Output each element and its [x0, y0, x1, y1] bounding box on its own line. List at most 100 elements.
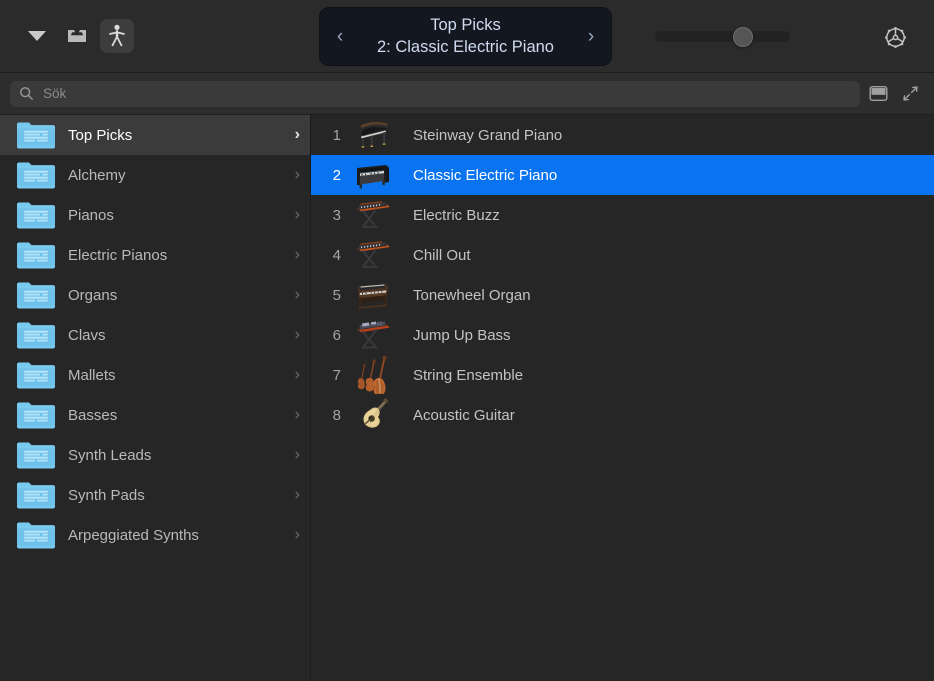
slider-knob[interactable] [733, 27, 753, 47]
patch-list-row[interactable]: 4 [311, 235, 934, 275]
sidebar-item-label: Alchemy [68, 167, 283, 184]
chevron-right-icon[interactable]: › [295, 447, 300, 463]
chevron-right-icon[interactable]: › [295, 327, 300, 343]
sidebar-item-alchemy[interactable]: Alchemy › [0, 155, 310, 195]
sidebar-item-label: Arpeggiated Synths [68, 527, 283, 544]
folder-icon-wrap [16, 160, 56, 190]
settings-button[interactable] [878, 20, 912, 54]
patch-list-row[interactable]: 7 [311, 355, 934, 395]
next-patch-button[interactable]: › [583, 27, 599, 46]
sidebar-item-pianos[interactable]: Pianos › [0, 195, 310, 235]
patch-list-row[interactable]: 2 Classic Electric Piano [311, 155, 934, 195]
chevron-right-icon[interactable]: › [295, 207, 300, 223]
folder-icon [16, 320, 56, 350]
sidebar-item-label: Synth Leads [68, 447, 283, 464]
gear-icon [882, 24, 909, 51]
patch-name: Electric Buzz [397, 207, 500, 224]
sidebar-item-label: Synth Pads [68, 487, 283, 504]
folder-icon-wrap [16, 360, 56, 390]
sidebar-item-electric-pianos[interactable]: Electric Pianos› [0, 235, 310, 275]
folder-icon [16, 160, 56, 190]
patch-name: Classic Electric Piano [397, 167, 557, 184]
patch-list-row[interactable]: 6 [311, 315, 934, 355]
folder-icon-wrap [16, 240, 56, 270]
patch-name: Chill Out [397, 247, 471, 264]
sidebar-item-synth-leads[interactable]: Synth Leads › [0, 435, 310, 475]
patch-name: Tonewheel Organ [397, 287, 531, 304]
chevron-right-icon[interactable]: › [295, 167, 300, 183]
patch-list-row[interactable]: 5 [311, 275, 934, 315]
patch-title-display: ‹ Top Picks 2: Classic Electric Piano › [320, 8, 611, 65]
folder-icon [16, 480, 56, 510]
triangle-down-icon [28, 31, 46, 41]
search-field[interactable] [10, 81, 860, 107]
performer-view-button[interactable] [100, 19, 134, 53]
patch-name: Steinway Grand Piano [397, 127, 562, 144]
folder-icon [16, 360, 56, 390]
folder-icon-wrap [16, 440, 56, 470]
library-button[interactable] [60, 19, 94, 53]
acoustic-guitar-thumb [350, 396, 396, 434]
search-bar [0, 73, 934, 115]
chevron-right-icon[interactable]: › [295, 287, 300, 303]
patch-list[interactable]: 1 Steinway Grand Piano 2 [311, 115, 934, 681]
grand-piano-thumb [350, 116, 396, 154]
split-view-icon [869, 85, 888, 102]
patch-list-row[interactable]: 1 Steinway Grand Piano [311, 115, 934, 155]
patch-number: 5 [311, 287, 349, 304]
disclosure-triangle-button[interactable] [20, 19, 54, 53]
sidebar-item-clavs[interactable]: Clavs› [0, 315, 310, 355]
chevron-right-icon[interactable]: › [295, 367, 300, 383]
chevron-right-icon[interactable]: › [295, 407, 300, 423]
chevron-right-icon[interactable]: › [295, 247, 300, 263]
patch-thumbnail [349, 395, 397, 435]
patch-title-name: 2: Classic Electric Piano [348, 37, 583, 59]
strings-thumb [350, 356, 396, 394]
chevron-right-icon[interactable]: › [295, 527, 300, 543]
sidebar-item-arpeggiated-synths[interactable]: Arpeggiated Synths › [0, 515, 310, 555]
collapse-arrows-icon [901, 84, 920, 103]
sidebar-item-basses[interactable]: Basses› [0, 395, 310, 435]
search-icon [19, 86, 34, 101]
upright-electric-piano-thumb [350, 156, 396, 194]
patch-thumbnail [349, 155, 397, 195]
volume-slider[interactable] [655, 27, 790, 46]
folder-icon-wrap [16, 520, 56, 550]
patch-number: 2 [311, 167, 349, 184]
sidebar-item-organs[interactable]: Organs › [0, 275, 310, 315]
patch-number: 1 [311, 127, 349, 144]
sidebar-item-label: Mallets [68, 367, 283, 384]
collapse-button[interactable] [896, 80, 924, 108]
sidebar-item-label: Pianos [68, 207, 283, 224]
slider-track[interactable] [655, 31, 790, 42]
folder-icon [16, 440, 56, 470]
patch-list-row[interactable]: 8 Acoustic Guitar [311, 395, 934, 435]
folder-icon-wrap [16, 400, 56, 430]
patch-name: Acoustic Guitar [397, 407, 515, 424]
sidebar-item-label: Top Picks [68, 127, 283, 144]
folder-icon [16, 120, 56, 150]
folder-icon [16, 200, 56, 230]
sidebar-item-top-picks[interactable]: Top Picks › [0, 115, 310, 155]
folder-icon [16, 240, 56, 270]
previous-patch-button[interactable]: ‹ [332, 27, 348, 46]
sidebar-item-synth-pads[interactable]: Synth Pads › [0, 475, 310, 515]
folder-icon-wrap [16, 280, 56, 310]
sidebar-item-label: Organs [68, 287, 283, 304]
patch-thumbnail [349, 275, 397, 315]
patch-number: 7 [311, 367, 349, 384]
toolbar: ‹ Top Picks 2: Classic Electric Piano › [0, 0, 934, 73]
category-sidebar[interactable]: Top Picks › Alchemy › Pianos › [0, 115, 311, 681]
split-view-button[interactable] [864, 80, 892, 108]
chevron-right-icon[interactable]: › [295, 127, 300, 143]
sidebar-item-mallets[interactable]: Mallets › [0, 355, 310, 395]
chevron-right-icon[interactable]: › [295, 487, 300, 503]
synth-workstation-thumb [350, 316, 396, 354]
synth-keyboard-thumb [350, 236, 396, 274]
search-input[interactable] [43, 86, 851, 101]
folder-icon-wrap [16, 200, 56, 230]
plugin-window: ‹ Top Picks 2: Classic Electric Piano › [0, 0, 934, 681]
toolbar-left-group [0, 19, 134, 53]
patch-name: Jump Up Bass [397, 327, 511, 344]
patch-list-row[interactable]: 3 [311, 195, 934, 235]
